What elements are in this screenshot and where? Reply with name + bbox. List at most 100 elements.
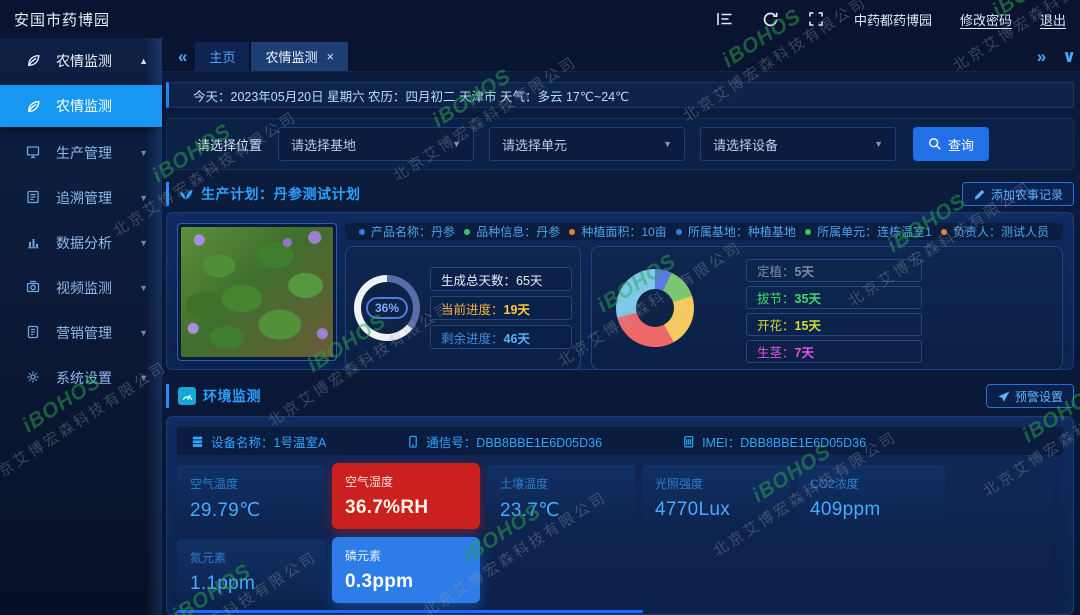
park-name[interactable]: 中药都药博园 xyxy=(854,10,932,29)
gauge-icon xyxy=(178,387,196,405)
sidebar-item-video[interactable]: 视频监测 ▼ xyxy=(0,265,162,310)
sidebar-item-label: 追溯管理 xyxy=(56,188,112,208)
search-button[interactable]: 查询 xyxy=(913,127,989,161)
device-name: 设备名称：1号温室A xyxy=(191,432,326,451)
growth-donut-wrap xyxy=(616,269,694,347)
main-area: « 主页 农情监测 × » ∨ 今天：2023年05月20日 星期六 农历：四月… xyxy=(162,38,1080,615)
sidebar-item-settings[interactable]: 系统设置 ▼ xyxy=(0,355,162,400)
production-section-title: 生产计划：丹参测试计划 xyxy=(201,184,361,204)
env-section-title: 环境监测 xyxy=(203,386,261,406)
nutrient-cards-row: 氮元素 1.1ppm 磷元素 0.3ppm xyxy=(177,539,1063,603)
monitor-icon xyxy=(26,145,41,160)
date-weather-text: 今天：2023年05月20日 星期六 农历：四月初二 天津市 天气：多云 17℃… xyxy=(193,86,629,105)
chevron-down-icon: ▼ xyxy=(139,148,148,158)
info-item: 负责人：测试人员 xyxy=(941,223,1049,240)
bar-chart-icon xyxy=(26,235,41,250)
phase-row-dingzhi: 定植： 5天 xyxy=(746,259,922,282)
document-icon xyxy=(26,190,41,205)
crop-photo xyxy=(177,223,337,361)
search-button-label: 查询 xyxy=(948,135,974,154)
sidebar-item-marketing[interactable]: 营销管理 ▼ xyxy=(0,310,162,355)
sidebar: 农情监测 ▲ 农情监测 生产管理 ▼ 追溯管理 ▼ xyxy=(0,38,162,615)
sidebar-item-label: 农情监测 xyxy=(56,96,112,116)
plan-info-bar: 产品名称：丹参 品种信息：丹参 种植面积：10亩 所属基地：种植基地 所属单元：… xyxy=(345,223,1063,240)
info-item: 品种信息：丹参 xyxy=(464,223,560,240)
tabs-scroll-left-icon[interactable]: « xyxy=(170,47,195,71)
phase-row-bajie: 拔节： 35天 xyxy=(746,286,922,309)
unit-select-placeholder: 请选择单元 xyxy=(502,135,567,154)
sidebar-item-agri-parent[interactable]: 农情监测 ▲ xyxy=(0,38,162,83)
env-panel: 设备名称：1号温室A 通信号：DBB8BBE1E6D05D36 xyxy=(166,416,1074,615)
logout-link[interactable]: 退出 xyxy=(1040,10,1066,29)
unit-select[interactable]: 请选择单元 ▼ xyxy=(489,127,685,161)
refresh-icon[interactable] xyxy=(762,10,780,28)
stat-total-days: 生成总天数： 65天 xyxy=(430,267,572,291)
stat-remaining-progress: 剩余进度： 46天 xyxy=(430,325,572,349)
content: 今天：2023年05月20日 星期六 农历：四月初二 天津市 天气：多云 17℃… xyxy=(162,82,1080,615)
production-section-header: 生产计划：丹参测试计划 添加农事记录 xyxy=(166,182,1074,206)
paper-plane-icon xyxy=(997,390,1010,403)
sensor-card-nitrogen: 氮元素 1.1ppm xyxy=(177,539,325,601)
sensor-card-air-humidity: 空气湿度 36.7%RH xyxy=(332,463,480,529)
sidebar-item-label: 生产管理 xyxy=(56,143,112,163)
file-icon xyxy=(26,325,41,340)
fullscreen-icon[interactable] xyxy=(808,10,826,28)
leaf-icon xyxy=(26,99,41,114)
gear-icon xyxy=(26,370,41,385)
sidebar-item-data-analysis[interactable]: 数据分析 ▼ xyxy=(0,220,162,265)
base-select[interactable]: 请选择基地 ▼ xyxy=(278,127,474,161)
device-select[interactable]: 请选择设备 ▼ xyxy=(700,127,896,161)
bullet-dot xyxy=(569,229,575,235)
sensor-card-phosphorus: 磷元素 0.3ppm xyxy=(332,537,480,603)
bullet-dot xyxy=(805,229,811,235)
sensor-card-co2: CO2浓度 409ppm xyxy=(797,465,945,527)
chevron-up-icon: ▲ xyxy=(139,56,148,66)
tab-agri-monitor[interactable]: 农情监测 × xyxy=(251,42,348,71)
screen: 安国市药博园 中药都药博园 修改密码 退出 xyxy=(0,0,1080,615)
topbar-actions: 中药都药博园 修改密码 退出 xyxy=(716,10,1066,29)
bullet-dot xyxy=(464,229,470,235)
production-panel: 产品名称：丹参 品种信息：丹参 种植面积：10亩 所属基地：种植基地 所属单元：… xyxy=(166,212,1074,370)
chevron-down-icon: ▼ xyxy=(874,139,883,149)
leaf-icon xyxy=(26,53,41,68)
app-title: 安国市药博园 xyxy=(14,9,110,30)
progress-ring-wrap: 36% xyxy=(354,275,420,341)
phone-icon xyxy=(406,435,419,448)
tabs-scroll-right-icon[interactable]: » xyxy=(1029,47,1054,71)
chevron-down-icon: ▼ xyxy=(663,139,672,149)
tab-label: 农情监测 xyxy=(265,47,317,66)
sidebar-item-label: 视频监测 xyxy=(56,278,112,298)
growth-phase-legend: 定植： 5天 拔节： 35天 开花： 15天 xyxy=(746,259,922,363)
chevron-down-icon: ▼ xyxy=(139,193,148,203)
alert-settings-label: 预警设置 xyxy=(1015,388,1063,405)
tabs-more-icon[interactable]: ∨ xyxy=(1054,47,1076,71)
bullet-dot xyxy=(676,229,682,235)
alert-settings-button[interactable]: 预警设置 xyxy=(986,384,1074,408)
chevron-down-icon: ▼ xyxy=(139,283,148,293)
chevron-down-icon: ▼ xyxy=(139,328,148,338)
collapse-sidebar-icon[interactable] xyxy=(716,10,734,28)
sidebar-item-label: 系统设置 xyxy=(56,368,112,388)
info-item: 所属基地：种植基地 xyxy=(676,223,796,240)
sensor-card-light: 光照强度 4770Lux xyxy=(642,465,790,527)
server-icon xyxy=(191,435,204,448)
stat-current-progress: 当前进度： 19天 xyxy=(430,296,572,320)
filter-bar: 请选择位置 请选择基地 ▼ 请选择单元 ▼ 请选择设备 ▼ xyxy=(166,118,1074,170)
chevron-down-icon: ▼ xyxy=(139,373,148,383)
change-password-link[interactable]: 修改密码 xyxy=(960,10,1012,29)
sidebar-item-label: 数据分析 xyxy=(56,233,112,253)
close-icon[interactable]: × xyxy=(327,49,335,64)
sidebar-item-agri-monitor[interactable]: 农情监测 xyxy=(0,85,162,127)
sidebar-item-label: 营销管理 xyxy=(56,323,112,343)
base-select-placeholder: 请选择基地 xyxy=(291,135,356,154)
topbar: 安国市药博园 中药都药博园 修改密码 退出 xyxy=(0,0,1080,38)
phase-row-shengjing: 生茎： 7天 xyxy=(746,340,922,363)
sidebar-item-production[interactable]: 生产管理 ▼ xyxy=(0,130,162,175)
filter-label: 请选择位置 xyxy=(197,135,262,154)
sidebar-item-trace[interactable]: 追溯管理 ▼ xyxy=(0,175,162,220)
info-item: 产品名称：丹参 xyxy=(359,223,455,240)
env-section-header: 环境监测 预警设置 xyxy=(166,384,1074,408)
add-farm-record-button[interactable]: 添加农事记录 xyxy=(962,182,1074,206)
bullet-dot xyxy=(941,229,947,235)
tab-home[interactable]: 主页 xyxy=(195,42,249,71)
